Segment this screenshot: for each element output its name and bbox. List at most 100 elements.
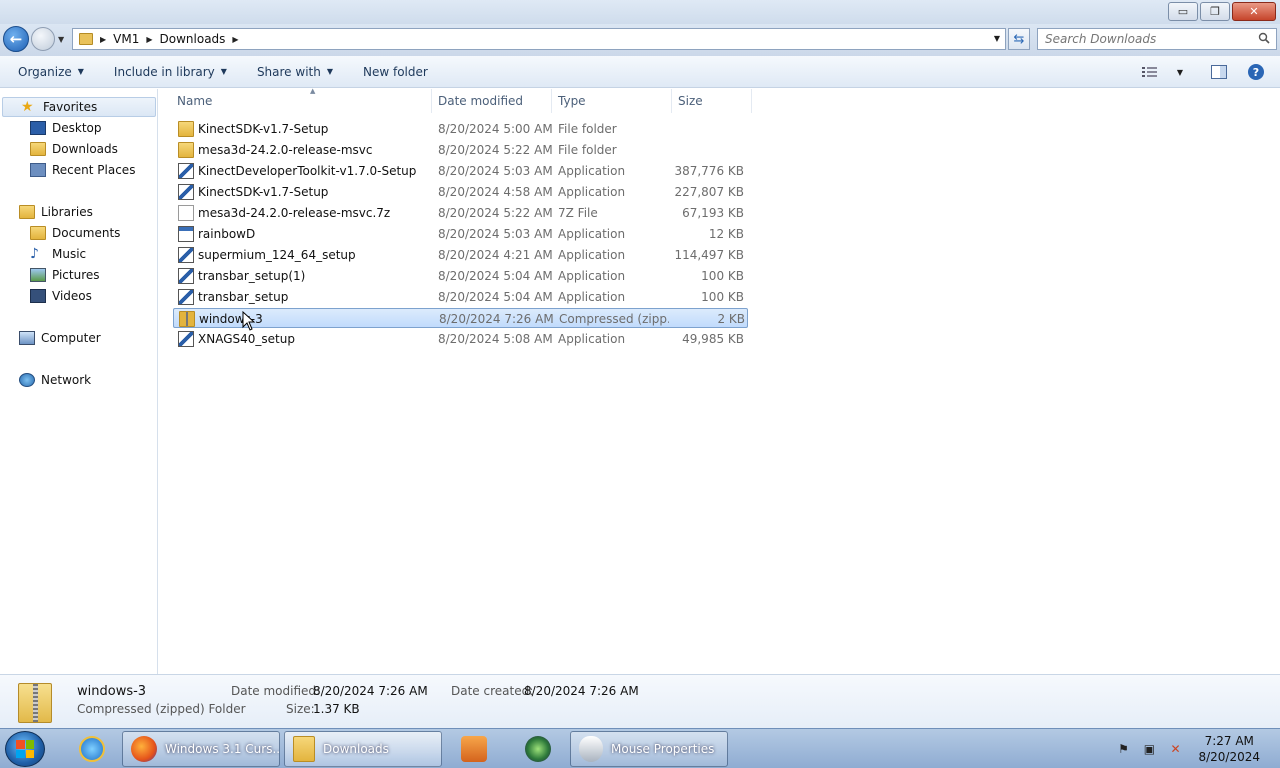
- installer-icon: [178, 268, 194, 284]
- new-folder-button[interactable]: New folder: [363, 65, 428, 79]
- column-header-size[interactable]: Size: [672, 89, 752, 113]
- taskbar-firefox-window[interactable]: Windows 3.1 Curs...: [122, 731, 280, 767]
- nav-downloads[interactable]: Downloads: [30, 139, 118, 159]
- file-row[interactable]: mesa3d-24.2.0-release-msvc.7z 8/20/2024 5…: [173, 203, 748, 223]
- taskbar-internet-explorer[interactable]: [70, 731, 114, 767]
- firefox-icon: [131, 736, 157, 762]
- file-row[interactable]: transbar_setup 8/20/2024 5:04 AM Applicati…: [173, 287, 748, 307]
- sort-ascending-icon: ▲: [310, 87, 316, 95]
- mouse-cursor-icon: [242, 311, 256, 331]
- music-note-icon: ♪: [30, 246, 39, 262]
- network-tray-icon[interactable]: ▣: [1141, 741, 1157, 757]
- file-name: KinectSDK-v1.7-Setup: [198, 185, 329, 199]
- file-name: XNAGS40_setup: [198, 332, 295, 346]
- nav-documents-label: Documents: [52, 226, 121, 240]
- nav-music[interactable]: ♪ Music: [30, 244, 86, 264]
- start-button[interactable]: [5, 731, 45, 767]
- nav-videos-label: Videos: [52, 289, 92, 303]
- share-with-label: Share with: [256, 64, 321, 79]
- nav-network-label: Network: [41, 373, 92, 387]
- recent-pages-dropdown[interactable]: ▼: [58, 35, 64, 44]
- file-date-modified: 8/20/2024 4:58 AM: [438, 185, 553, 199]
- details-size-label: Size:: [286, 702, 315, 716]
- minimize-button[interactable]: ▭: [1168, 2, 1198, 21]
- file-icon: [178, 205, 194, 221]
- file-name: transbar_setup: [198, 290, 289, 304]
- forward-button[interactable]: [31, 27, 55, 51]
- view-options-dropdown[interactable]: ▼: [1172, 64, 1188, 80]
- search-icon[interactable]: [1258, 32, 1270, 44]
- nav-pictures[interactable]: Pictures: [30, 265, 100, 285]
- organize-menu[interactable]: Organize ▼: [18, 65, 84, 79]
- taskbar-media-player[interactable]: [452, 731, 496, 767]
- file-row[interactable]: KinectSDK-v1.7-Setup 8/20/2024 5:00 AM Fil…: [173, 119, 748, 139]
- file-date-modified: 8/20/2024 5:04 AM: [438, 290, 553, 304]
- command-bar: Organize ▼ Include in library ▼ Share with…: [0, 56, 1280, 88]
- nav-favorites[interactable]: ★ Favorites: [2, 97, 156, 117]
- file-row[interactable]: KinectSDK-v1.7-Setup 8/20/2024 4:58 AM App…: [173, 182, 748, 202]
- taskbar-explorer-window[interactable]: Downloads: [284, 731, 442, 767]
- include-in-library-menu[interactable]: Include in library ▼: [114, 65, 227, 79]
- file-size: [668, 119, 744, 139]
- column-header-name[interactable]: Name ▲: [171, 87, 432, 113]
- file-name: KinectSDK-v1.7-Setup: [198, 122, 329, 136]
- breadcrumb-separator-icon[interactable]: ▶: [146, 35, 152, 44]
- breadcrumb-downloads[interactable]: Downloads: [160, 32, 226, 46]
- downloads-folder-icon: [30, 142, 46, 156]
- internet-explorer-icon: [79, 736, 105, 762]
- nav-libraries[interactable]: Libraries: [19, 202, 93, 222]
- media-player-icon: [461, 736, 487, 762]
- file-row[interactable]: mesa3d-24.2.0-release-msvc 8/20/2024 5:22…: [173, 140, 748, 160]
- file-row[interactable]: supermium_124_64_setup 8/20/2024 4:21 AM A…: [173, 245, 748, 265]
- preview-pane-icon: [1211, 65, 1227, 79]
- details-date-created: 8/20/2024 7:26 AM: [524, 684, 639, 698]
- volume-muted-icon[interactable]: ✕: [1167, 741, 1183, 757]
- file-row[interactable]: rainbowD 8/20/2024 5:03 AM Application 12 K…: [173, 224, 748, 244]
- share-with-menu[interactable]: Share with ▼: [257, 65, 333, 79]
- nav-videos[interactable]: Videos: [30, 286, 92, 306]
- refresh-button[interactable]: ⇆: [1008, 28, 1030, 50]
- file-row[interactable]: windows-3 8/20/2024 7:26 AM Compressed (zi…: [173, 308, 748, 328]
- column-header-type[interactable]: Type: [552, 89, 672, 113]
- address-bar[interactable]: ▶ VM1 ▶ Downloads ▶ ▼: [72, 28, 1006, 50]
- nav-libraries-label: Libraries: [41, 205, 93, 219]
- search-box[interactable]: [1037, 28, 1277, 50]
- maximize-button[interactable]: ❐: [1200, 2, 1230, 21]
- file-date-modified: 8/20/2024 7:26 AM: [439, 312, 554, 326]
- breadcrumb-separator-icon[interactable]: ▶: [232, 35, 238, 44]
- taskbar-globe-app[interactable]: [516, 731, 560, 767]
- windows-logo-icon: [16, 740, 34, 758]
- nav-network[interactable]: Network: [19, 370, 91, 390]
- back-button[interactable]: ←: [3, 26, 29, 52]
- help-icon[interactable]: ?: [1248, 64, 1264, 80]
- file-row[interactable]: transbar_setup(1) 8/20/2024 5:04 AM Applic…: [173, 266, 748, 286]
- file-row[interactable]: KinectDeveloperToolkit-v1.7.0-Setup 8/20/…: [173, 161, 748, 181]
- action-center-flag-icon[interactable]: ⚑: [1115, 741, 1131, 757]
- details-date-modified-label: Date modified:: [231, 684, 321, 698]
- change-view-button[interactable]: [1142, 64, 1158, 80]
- file-row[interactable]: XNAGS40_setup 8/20/2024 5:08 AM Applicatio…: [173, 329, 748, 349]
- nav-desktop[interactable]: Desktop: [30, 118, 102, 138]
- breadcrumb-vm1[interactable]: VM1: [113, 32, 139, 46]
- nav-documents[interactable]: Documents: [30, 223, 120, 243]
- zip-folder-icon: [179, 311, 195, 327]
- file-size: 387,776 KB: [674, 164, 744, 178]
- refresh-icon: ⇆: [1013, 31, 1025, 47]
- file-type: Application: [558, 164, 626, 178]
- taskbar-mouse-properties-window[interactable]: Mouse Properties: [570, 731, 728, 767]
- file-type: Application: [558, 332, 626, 346]
- breadcrumb-separator-icon[interactable]: ▶: [100, 35, 106, 44]
- preview-pane-button[interactable]: [1211, 64, 1227, 80]
- close-button[interactable]: ✕: [1232, 2, 1276, 21]
- nav-computer[interactable]: Computer: [19, 328, 101, 348]
- address-history-dropdown[interactable]: ▼: [994, 34, 1000, 43]
- file-type: Application: [558, 227, 626, 241]
- nav-recent-places[interactable]: Recent Places: [30, 160, 135, 180]
- search-input[interactable]: [1045, 32, 1245, 46]
- system-clock[interactable]: 7:27 AM 8/20/2024: [1198, 733, 1260, 765]
- file-date-modified: 8/20/2024 4:21 AM: [438, 248, 553, 262]
- taskbar-firefox-title: Windows 3.1 Curs...: [165, 742, 280, 756]
- nav-pictures-label: Pictures: [52, 268, 100, 282]
- file-size: 114,497 KB: [674, 248, 744, 262]
- column-header-date-modified[interactable]: Date modified: [432, 89, 552, 113]
